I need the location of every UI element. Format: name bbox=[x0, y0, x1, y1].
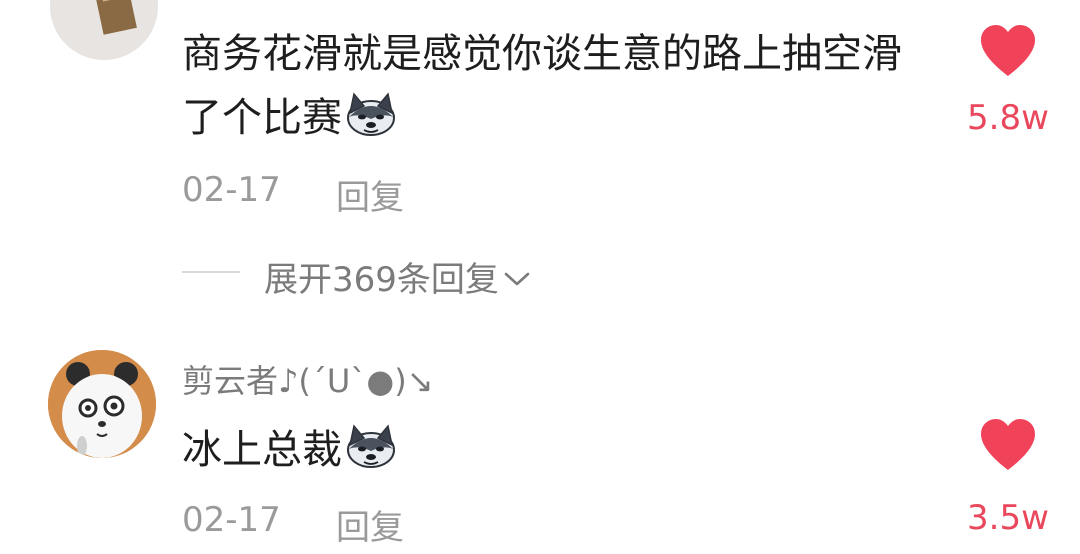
expand-divider bbox=[182, 271, 240, 273]
comment-body: 冰上总裁 bbox=[182, 427, 342, 473]
comment-date: 02-17 bbox=[182, 500, 281, 540]
avatar-image bbox=[48, 350, 156, 458]
comment-text: 冰上总裁 bbox=[182, 418, 922, 482]
chevron-down-icon bbox=[504, 272, 530, 286]
heart-icon[interactable] bbox=[979, 418, 1037, 472]
like-count: 5.8w bbox=[967, 98, 1049, 138]
avatar[interactable] bbox=[50, 0, 158, 60]
comment-date: 02-17 bbox=[182, 170, 281, 210]
reply-button[interactable]: 回复 bbox=[336, 170, 404, 219]
like-control: 3.5w bbox=[938, 418, 1078, 538]
reply-button[interactable]: 回复 bbox=[336, 500, 404, 549]
comment-list: 商务花滑就是感觉你谈生意的路上抽空滑了个比赛 02-17 回复 5.8w 展开3… bbox=[0, 0, 1080, 554]
husky-emoji bbox=[347, 424, 395, 468]
avatar[interactable] bbox=[48, 350, 156, 458]
avatar-image bbox=[50, 0, 158, 60]
comment-body: 商务花滑就是感觉你谈生意的路上抽空滑了个比赛 bbox=[182, 31, 902, 141]
husky-emoji bbox=[347, 92, 395, 136]
like-control: 5.8w bbox=[938, 24, 1078, 138]
expand-replies-label: 展开369条回复 bbox=[264, 260, 499, 300]
comment-text: 商务花滑就是感觉你谈生意的路上抽空滑了个比赛 bbox=[182, 22, 922, 150]
expand-replies-button[interactable]: 展开369条回复 bbox=[264, 252, 531, 301]
comment-username[interactable]: 剪云者♪(´U`●)↘ bbox=[182, 356, 434, 402]
like-count: 3.5w bbox=[967, 498, 1049, 538]
heart-icon[interactable] bbox=[979, 24, 1037, 78]
